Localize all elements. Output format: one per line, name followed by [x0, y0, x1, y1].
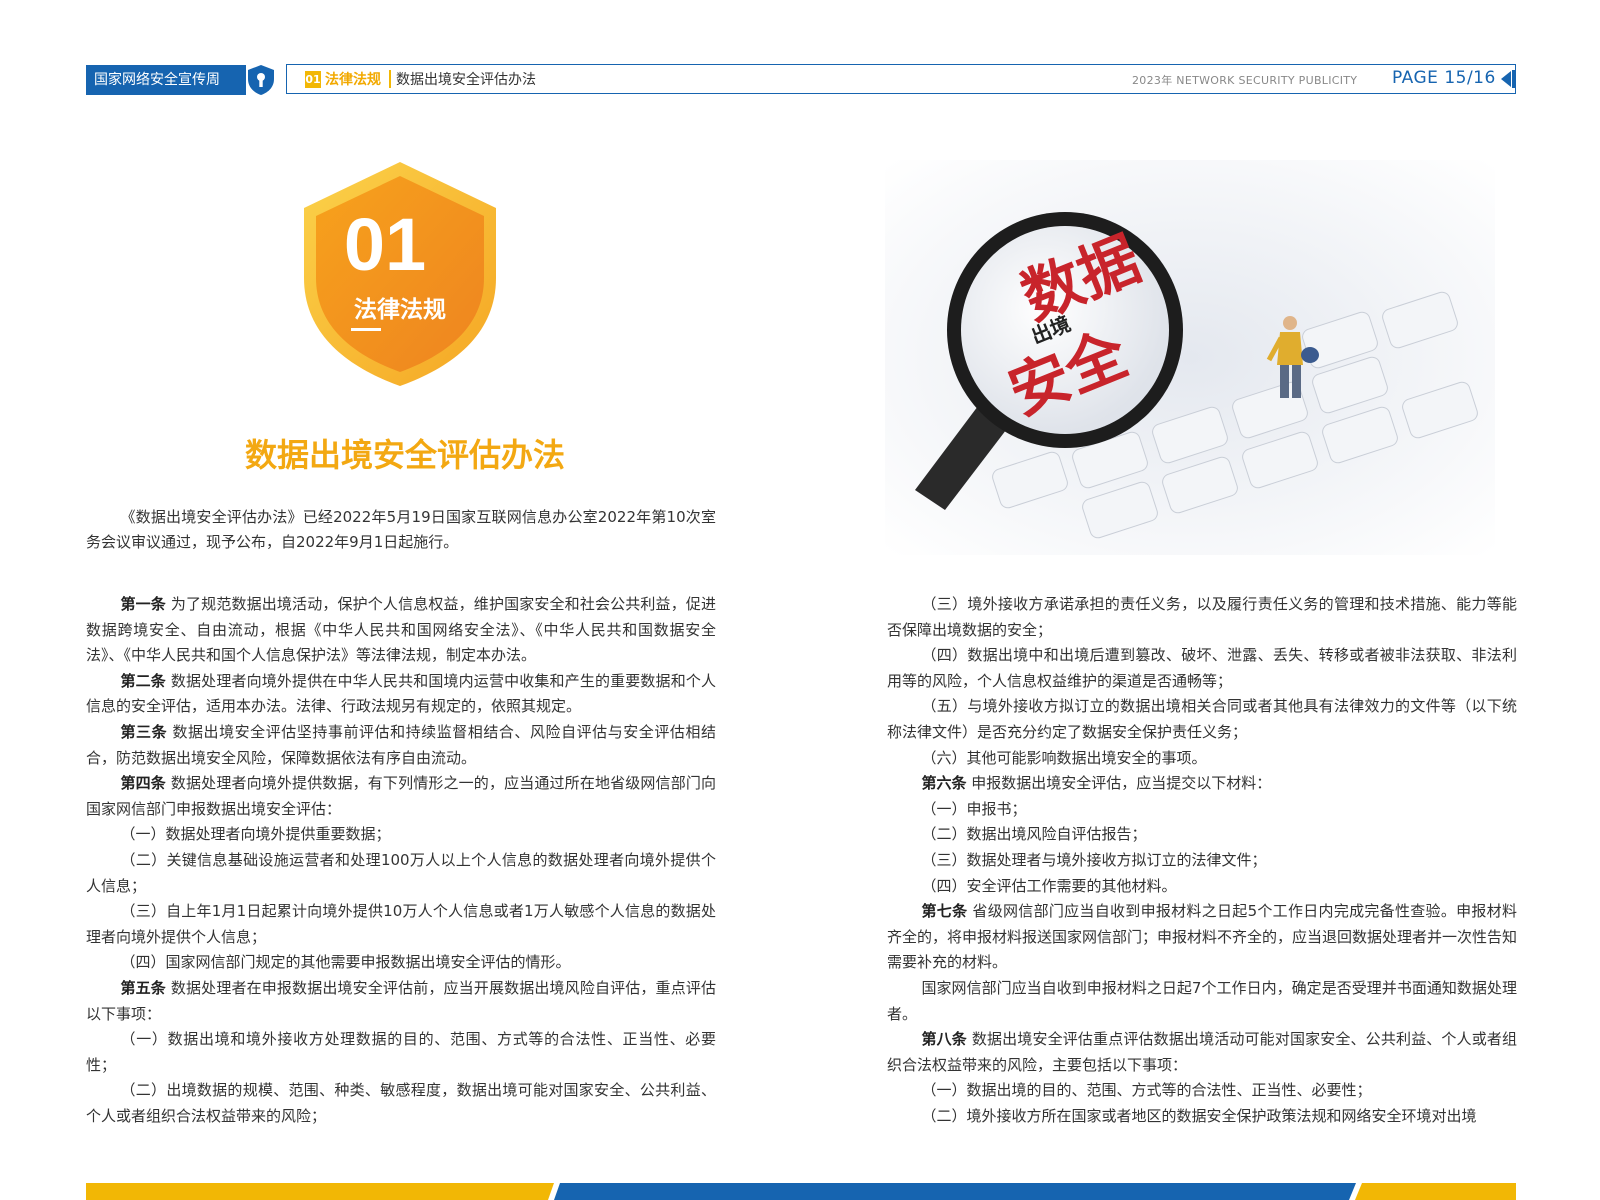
article-item: （二）出境数据的规模、范围、种类、敏感程度，数据出境可能对国家安全、公共利益、个… — [86, 1078, 716, 1129]
badge-dash — [351, 328, 381, 331]
magnifier-keyboard-image: 数据 出境 安全 — [885, 160, 1495, 555]
article-text: 数据处理者在申报数据出境安全评估前，应当开展数据出境风险自评估，重点评估以下事项… — [86, 978, 716, 1023]
header-section-label: 法律法规 — [325, 72, 381, 88]
article-text: 数据出境安全评估重点评估数据出境活动可能对国家安全、公共利益、个人或者组织合法权… — [887, 1030, 1517, 1074]
footer-stripe — [86, 1183, 1516, 1200]
article-paragraph: 第六条 申报数据出境安全评估，应当提交以下材料： — [887, 771, 1517, 797]
page-indicator: PAGE 15/16 — [1392, 68, 1496, 88]
article-text: （三）自上年1月1日起累计向境外提供10万人个人信息或者1万人敏感个人信息的数据… — [86, 902, 716, 946]
header-org-label: 国家网络安全宣传周 — [86, 65, 246, 95]
article-text: （一）申报书； — [921, 799, 1027, 818]
article-text: （五）与境外接收方拟订立的数据出境相关合同或者其他具有法律效力的文件等（以下统称… — [887, 697, 1517, 741]
article-item: （二）关键信息基础设施运营者和处理100万人以上个人信息的数据处理者向境外提供个… — [86, 848, 716, 899]
article-text: 申报数据出境安全评估，应当提交以下材料： — [971, 774, 1272, 793]
article-text: （三）数据处理者与境外接收方拟订立的法律文件； — [921, 850, 1267, 869]
shield-lock-icon — [248, 65, 274, 95]
article-text: 省级网信部门应当自收到申报材料之日起5个工作日内完成完备性查验。申报材料齐全的，… — [887, 902, 1518, 972]
article-text: （一）数据出境和境外接收方处理数据的目的、范围、方式等的合法性、正当性、必要性； — [86, 1030, 716, 1074]
article-item: （四）安全评估工作需要的其他材料。 — [887, 874, 1517, 900]
article-text: （一）数据处理者向境外提供重要数据； — [120, 825, 391, 844]
article-text: （三）境外接收方承诺承担的责任义务，以及履行责任义务的管理和技术措施、能力等能否… — [887, 595, 1517, 639]
page-title: 数据出境安全评估办法 — [244, 436, 565, 474]
article-item: 国家网信部门应当自收到申报材料之日起7个工作日内，确定是否受理并书面通知数据处理… — [887, 976, 1517, 1027]
article-item: （一）数据出境的目的、范围、方式等的合法性、正当性、必要性； — [887, 1078, 1517, 1104]
article-number: 第七条 — [921, 902, 968, 921]
badge-number: 01 — [343, 203, 427, 286]
article-item: （四）国家网信部门规定的其他需要申报数据出境安全评估的情形。 — [86, 950, 716, 976]
left-article-column: 第一条 为了规范数据出境活动，保护个人信息权益，维护国家安全和社会公共利益，促进… — [86, 592, 716, 1129]
article-text: （四）国家网信部门规定的其他需要申报数据出境安全评估的情形。 — [120, 953, 571, 972]
arrow-bar — [1512, 70, 1515, 88]
article-paragraph: 第七条 省级网信部门应当自收到申报材料之日起5个工作日内完成完备性查验。申报材料… — [887, 899, 1517, 976]
article-text: （六）其他可能影响数据出境安全的事项。 — [921, 748, 1207, 767]
article-text: （四）数据出境中和出境后遭到篡改、破坏、泄露、丢失、转移或者被非法获取、非法利用… — [887, 646, 1517, 690]
article-paragraph: 第一条 为了规范数据出境活动，保护个人信息权益，维护国家安全和社会公共利益，促进… — [86, 592, 716, 669]
header-year-tagline: 2023年 NETWORK SECURITY PUBLICITY — [1132, 74, 1358, 87]
right-article-column: （三）境外接收方承诺承担的责任义务，以及履行责任义务的管理和技术措施、能力等能否… — [887, 592, 1517, 1129]
article-paragraph: 第二条 数据处理者向境外提供在中华人民共和国境内运营中收集和产生的重要数据和个人… — [86, 669, 716, 720]
article-item: （四）数据出境中和出境后遭到篡改、破坏、泄露、丢失、转移或者被非法获取、非法利用… — [887, 643, 1517, 694]
article-number: 第二条 — [120, 671, 166, 690]
article-text: （二）出境数据的规模、范围、种类、敏感程度，数据出境可能对国家安全、公共利益、个… — [86, 1081, 716, 1125]
article-number: 第八条 — [921, 1030, 967, 1049]
article-text: 数据出境安全评估坚持事前评估和持续监督相结合、风险自评估与安全评估相结合，防范数… — [86, 722, 716, 767]
article-item: （一）数据处理者向境外提供重要数据； — [86, 822, 716, 848]
article-item: （五）与境外接收方拟订立的数据出境相关合同或者其他具有法律效力的文件等（以下统称… — [887, 694, 1517, 745]
previous-page-arrow-icon[interactable] — [1501, 71, 1511, 87]
intro-paragraph: 《数据出境安全评估办法》已经2022年5月19日国家互联网信息办公室2022年第… — [86, 508, 716, 551]
article-item: （三）自上年1月1日起累计向境外提供10万人个人信息或者1万人敏感个人信息的数据… — [86, 899, 716, 950]
article-paragraph: 第三条 数据出境安全评估坚持事前评估和持续监督相结合、风险自评估与安全评估相结合… — [86, 720, 716, 771]
article-text: （二）数据出境风险自评估报告； — [921, 825, 1147, 844]
article-paragraph: 第八条 数据出境安全评估重点评估数据出境活动可能对国家安全、公共利益、个人或者组… — [887, 1027, 1517, 1078]
article-number: 第四条 — [120, 774, 166, 793]
header-doc-title: 数据出境安全评估办法 — [396, 72, 536, 88]
article-item: （一）申报书； — [887, 797, 1517, 823]
article-text: 国家网信部门应当自收到申报材料之日起7个工作日内，确定是否受理并书面通知数据处理… — [887, 978, 1517, 1023]
article-text: 数据处理者向境外提供数据，有下列情形之一的，应当通过所在地省级网信部门向国家网信… — [86, 774, 716, 818]
article-text: 数据处理者向境外提供在中华人民共和国境内运营中收集和产生的重要数据和个人信息的安… — [86, 671, 716, 716]
header-section-number: 01 — [305, 71, 321, 88]
article-item: （三）境外接收方承诺承担的责任义务，以及履行责任义务的管理和技术措施、能力等能否… — [887, 592, 1517, 643]
article-text: （二）境外接收方所在国家或者地区的数据安全保护政策法规和网络安全环境对出境 — [921, 1106, 1477, 1125]
article-item: （一）数据出境和境外接收方处理数据的目的、范围、方式等的合法性、正当性、必要性； — [86, 1027, 716, 1078]
article-text: （四）安全评估工作需要的其他材料。 — [921, 876, 1177, 895]
article-paragraph: 第五条 数据处理者在申报数据出境安全评估前，应当开展数据出境风险自评估，重点评估… — [86, 976, 716, 1027]
article-number: 第三条 — [120, 722, 168, 741]
article-text: （一）数据出境的目的、范围、方式等的合法性、正当性、必要性； — [921, 1081, 1372, 1100]
article-item: （二）境外接收方所在国家或者地区的数据安全保护政策法规和网络安全环境对出境 — [887, 1104, 1517, 1130]
article-text: 为了规范数据出境活动，保护个人信息权益，维护国家安全和社会公共利益，促进数据跨境… — [86, 595, 716, 665]
article-text: （二）关键信息基础设施运营者和处理100万人以上个人信息的数据处理者向境外提供个… — [86, 850, 716, 895]
badge-label: 法律法规 — [354, 297, 446, 323]
header-divider — [389, 70, 391, 88]
article-number: 第五条 — [120, 978, 166, 997]
article-number: 第一条 — [120, 595, 166, 613]
article-item: （六）其他可能影响数据出境安全的事项。 — [887, 746, 1517, 772]
article-item: （二）数据出境风险自评估报告； — [887, 822, 1517, 848]
article-number: 第六条 — [921, 774, 967, 793]
article-item: （三）数据处理者与境外接收方拟订立的法律文件； — [887, 848, 1517, 874]
article-paragraph: 第四条 数据处理者向境外提供数据，有下列情形之一的，应当通过所在地省级网信部门向… — [86, 771, 716, 822]
